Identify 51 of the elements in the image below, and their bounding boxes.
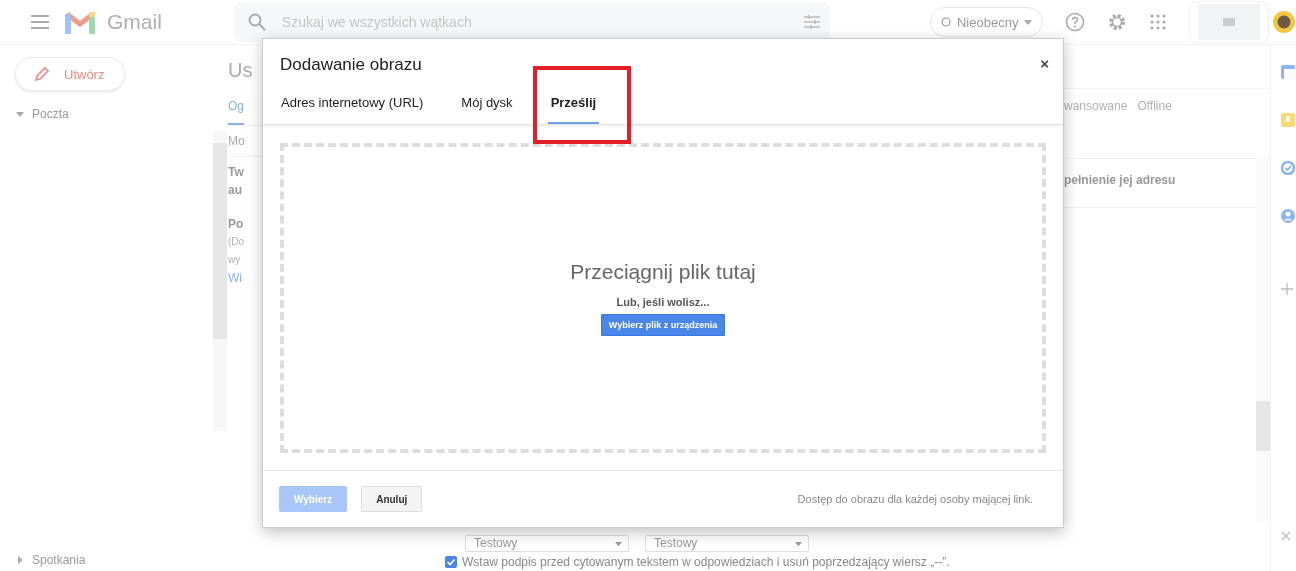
setting-text: (Do (228, 235, 246, 249)
scrollbar[interactable] (213, 131, 227, 431)
sidebar-section[interactable]: Spotkania (16, 553, 213, 567)
settings-tab[interactable]: Og (228, 99, 244, 125)
settings-tab[interactable]: wansowane (1064, 99, 1128, 134)
setting-text: wy (228, 253, 242, 267)
app-name: Gmail (107, 10, 162, 34)
envelope-logo-icon (65, 10, 95, 34)
close-button[interactable]: × (1036, 55, 1053, 72)
compose-button[interactable]: Utwórz (15, 57, 125, 91)
plus-icon[interactable] (1281, 283, 1293, 295)
dropdown[interactable]: Testowy (645, 535, 809, 552)
setting-text: Tw (228, 164, 245, 181)
page-title: Us (228, 59, 254, 82)
status-dropdown[interactable]: Nieobecny (930, 7, 1044, 37)
dropdown-value: Testowy (654, 537, 698, 550)
dropdown[interactable]: Testowy (465, 535, 629, 552)
drop-zone[interactable]: Przeciągnij plik tutaj Lub, jeśli wolisz... Wybierz plik z urządzenia (280, 143, 1046, 453)
checkbox[interactable] (445, 556, 457, 568)
checkbox-label: Wstaw podpis przed cytowanym tekstem w odpowiedziach i usuń poprzedzający wiersz „--”. (462, 555, 950, 569)
choose-file-button[interactable]: Wybierz plik z urządzenia (600, 314, 726, 336)
apps-grid-icon[interactable] (1149, 13, 1168, 31)
dialog-title: Dodawanie obrazu (280, 55, 422, 75)
scrollbar[interactable] (1256, 156, 1270, 521)
note-icon[interactable] (1281, 113, 1295, 127)
settings-icon[interactable] (1107, 12, 1128, 32)
setting-text: Po (228, 216, 245, 233)
sidebar-section[interactable]: Poczta (16, 107, 213, 121)
link[interactable]: Wi (228, 269, 262, 287)
status-circle-icon (941, 17, 951, 27)
setting-text: au (228, 182, 243, 199)
dialog-tab[interactable]: Adres internetowy (URL) (281, 87, 424, 124)
pencil-icon (34, 66, 50, 82)
person-icon[interactable] (1281, 209, 1295, 223)
search-icon (247, 13, 266, 31)
cancel-button[interactable]: Anuluj (361, 486, 423, 512)
dropdown-value: Testowy (474, 537, 518, 550)
access-note: Dostęp do obrazu dla każdej osoby mającej link. (797, 493, 1033, 505)
collapse-icon[interactable] (1281, 531, 1291, 541)
caret-icon (795, 541, 802, 546)
dialog-tab[interactable]: Mój dysk (461, 87, 513, 124)
filter-icon (804, 15, 820, 29)
caret-icon (1024, 19, 1033, 25)
dialog-tab[interactable]: Prześlij (547, 87, 600, 124)
drop-heading: Przeciągnij plik tutaj (570, 260, 756, 284)
drop-subtext: Lub, jeśli wolisz... (616, 296, 710, 308)
caret-icon (615, 541, 622, 546)
image-thumbnail-icon (1198, 4, 1261, 40)
help-icon[interactable] (1065, 12, 1086, 32)
menu-icon[interactable] (31, 15, 49, 29)
settings-tab[interactable]: Offline (1137, 99, 1172, 134)
